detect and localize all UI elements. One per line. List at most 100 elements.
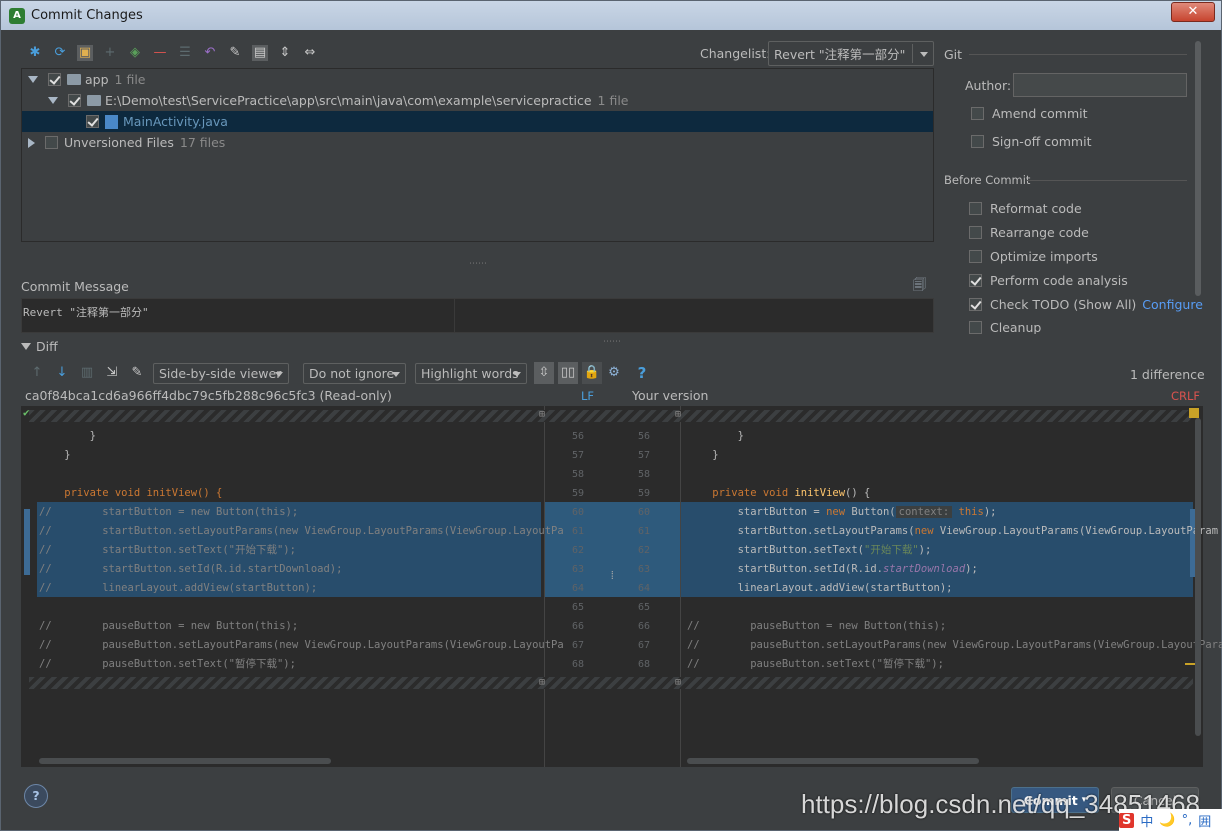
synchronize-scrolling-icon[interactable]: ▯▯: [558, 362, 578, 384]
show-diff-icon[interactable]: ▤: [252, 45, 268, 61]
highlight-mode-combo[interactable]: Highlight words: [415, 363, 527, 384]
amend-commit-option[interactable]: Amend commit: [971, 106, 1088, 121]
diff-section-header[interactable]: Diff: [21, 339, 58, 354]
group-by-directory-icon[interactable]: ▣: [77, 45, 93, 61]
right-line[interactable]: // pauseButton.setText("暂停下载");: [687, 655, 944, 674]
cleanup-checkbox[interactable]: [969, 321, 982, 334]
previous-difference-icon[interactable]: ↑: [29, 365, 45, 381]
expand-all-icon[interactable]: ⇕: [277, 45, 293, 61]
right-line-separator[interactable]: CRLF: [1171, 389, 1200, 403]
ignore-whitespace-combo[interactable]: Do not ignore: [303, 363, 406, 384]
tree-row-directory[interactable]: E:\Demo\test\ServicePractice\app\src\mai…: [22, 90, 933, 111]
configure-link[interactable]: Configure: [1142, 297, 1203, 312]
right-vertical-scrollbar[interactable]: [1195, 418, 1201, 736]
reformat-code-checkbox[interactable]: [969, 202, 982, 215]
revert-icon[interactable]: ↶: [202, 45, 218, 61]
cleanup-option[interactable]: Cleanup: [969, 321, 1041, 334]
remove-icon[interactable]: —: [152, 45, 168, 61]
commit-message-input[interactable]: Revert "注释第一部分": [21, 298, 934, 333]
side-panel-scrollbar[interactable]: [1195, 41, 1201, 296]
reformat-code-option[interactable]: Reformat code: [969, 201, 1082, 216]
right-line[interactable]: startButton = new Button(context: this);: [687, 503, 996, 522]
expand-icon[interactable]: ⊞: [539, 409, 545, 420]
left-line[interactable]: private void initView() {: [39, 484, 222, 503]
right-line[interactable]: startButton.setText("开始下载");: [687, 541, 932, 560]
left-line[interactable]: // startButton.setText("开始下载");: [39, 541, 296, 560]
right-line[interactable]: // pauseButton = new Button(this);: [687, 617, 946, 636]
right-line[interactable]: startButton.setId(R.id.startDownload);: [687, 560, 978, 579]
expand-icon[interactable]: ⊞: [539, 677, 545, 688]
lock-icon[interactable]: 🔒: [582, 362, 602, 384]
expand-icon[interactable]: ⊞: [675, 409, 681, 420]
ime-logo[interactable]: S: [1119, 812, 1135, 828]
collapsed-region-top[interactable]: [29, 410, 1193, 422]
signoff-commit-option[interactable]: Sign-off commit: [971, 134, 1092, 149]
commit-message-history-icon[interactable]: 🗐: [913, 276, 926, 298]
left-line[interactable]: // linearLayout.addView(startButton);: [39, 579, 317, 598]
edit-source-icon[interactable]: ✎: [227, 45, 243, 61]
next-difference-icon[interactable]: ↓: [54, 365, 70, 381]
left-line[interactable]: // pauseButton.setLayoutParams(new ViewG…: [39, 636, 564, 655]
left-horizontal-scrollbar[interactable]: [39, 758, 331, 764]
right-line[interactable]: }: [687, 427, 744, 446]
refresh-pin-icon[interactable]: ✱: [27, 45, 43, 61]
checkbox[interactable]: [48, 73, 61, 86]
left-line[interactable]: // startButton.setId(R.id.startDownload)…: [39, 560, 342, 579]
tree-row-app[interactable]: app 1 file: [22, 69, 933, 90]
amend-commit-checkbox[interactable]: [971, 107, 984, 120]
collapsed-region-bottom[interactable]: [29, 677, 1193, 689]
ime-punctuation[interactable]: °,: [1182, 813, 1193, 828]
changelist-combo[interactable]: Revert "注释第一部分": [768, 41, 934, 66]
right-line[interactable]: startButton.setLayoutParams(new ViewGrou…: [687, 522, 1218, 541]
collapse-unchanged-icon[interactable]: ⇳: [534, 362, 554, 384]
ime-language[interactable]: 中: [1140, 811, 1153, 830]
expand-arrow-icon[interactable]: [48, 97, 58, 104]
signoff-commit-checkbox[interactable]: [971, 135, 984, 148]
right-horizontal-scrollbar[interactable]: [687, 758, 979, 764]
perform-code-analysis-checkbox[interactable]: [969, 274, 982, 287]
tree-row-mainactivity[interactable]: MainActivity.java: [22, 111, 933, 132]
left-line[interactable]: // pauseButton.setText("暂停下载");: [39, 655, 296, 674]
right-line[interactable]: linearLayout.addView(startButton);: [687, 579, 953, 598]
help-icon[interactable]: ?: [634, 365, 650, 381]
rearrange-code-checkbox[interactable]: [969, 226, 982, 239]
right-line[interactable]: private void initView() {: [687, 484, 870, 503]
left-line[interactable]: // startButton.setLayoutParams(new ViewG…: [39, 522, 564, 541]
checkbox[interactable]: [68, 94, 81, 107]
help-button[interactable]: ?: [24, 784, 48, 808]
shelve-icon[interactable]: ◈: [127, 45, 143, 61]
diff-collapse-icon[interactable]: [21, 343, 31, 350]
check-todo-option[interactable]: Check TODO (Show All) Configure: [969, 297, 1203, 312]
splitter-handle-icon[interactable]: ⋯⋯: [469, 259, 487, 269]
left-line-separator[interactable]: LF: [581, 389, 594, 403]
expand-icon[interactable]: ⊞: [675, 677, 681, 688]
jump-to-source-icon[interactable]: ⇲: [104, 365, 120, 381]
ime-keyboard-icon[interactable]: 囲: [1198, 811, 1211, 830]
optimize-imports-checkbox[interactable]: [969, 250, 982, 263]
splitter-handle-icon[interactable]: ⋯⋯: [603, 337, 621, 347]
left-line[interactable]: }: [39, 427, 96, 446]
collapse-all-icon[interactable]: ⇔: [302, 45, 318, 61]
splitter-grip-icon[interactable]: ⁞: [609, 569, 616, 583]
checkbox[interactable]: [45, 136, 58, 149]
inspection-warning-icon[interactable]: [1189, 408, 1199, 418]
left-line[interactable]: }: [39, 446, 70, 465]
ime-moon-icon[interactable]: 🌙: [1159, 813, 1175, 828]
optimize-imports-option[interactable]: Optimize imports: [969, 249, 1098, 264]
expand-arrow-icon[interactable]: [28, 76, 38, 83]
rearrange-code-option[interactable]: Rearrange code: [969, 225, 1089, 240]
compare-previous-file-icon[interactable]: ▥: [79, 365, 95, 381]
tree-row-unversioned[interactable]: Unversioned Files 17 files: [22, 132, 933, 153]
viewer-mode-combo[interactable]: Side-by-side viewer: [153, 363, 289, 384]
refresh-icon[interactable]: ⟳: [52, 45, 68, 61]
perform-code-analysis-option[interactable]: Perform code analysis: [969, 273, 1128, 288]
collapse-arrow-icon[interactable]: [28, 137, 35, 148]
right-line[interactable]: }: [687, 446, 718, 465]
check-todo-checkbox[interactable]: [969, 298, 982, 311]
diff-icon[interactable]: ☰: [177, 45, 193, 61]
gear-icon[interactable]: ⚙: [606, 365, 622, 381]
add-icon[interactable]: +: [102, 45, 118, 61]
left-line[interactable]: // pauseButton = new Button(this);: [39, 617, 298, 636]
checkbox[interactable]: [86, 115, 99, 128]
left-line[interactable]: // startButton = new Button(this);: [39, 503, 298, 522]
